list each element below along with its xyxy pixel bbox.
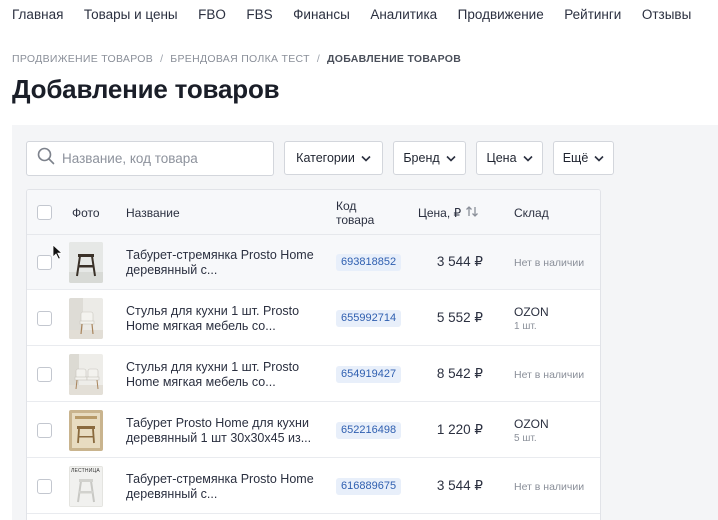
search-icon [37, 147, 55, 170]
table-header: Фото Название Код товара Цена, ₽ Склад [27, 190, 600, 235]
row-checkbox[interactable] [37, 367, 52, 382]
product-code[interactable]: 693818852 [336, 254, 402, 271]
nav-item-fbs[interactable]: FBS [246, 7, 272, 22]
column-header-photo: Фото [72, 206, 100, 220]
filter-more-button[interactable]: Ещё [553, 141, 614, 175]
product-name[interactable]: Табурет Prosto Home для кухни деревянный… [126, 416, 326, 446]
nav-item-analytics[interactable]: Аналитика [370, 7, 437, 22]
product-price: 3 544 ₽ [436, 254, 483, 269]
row-checkbox[interactable] [37, 255, 52, 270]
chevron-down-icon [522, 151, 533, 165]
table-row[interactable]: Табурет Prosto Home для кухни деревянный… [27, 403, 600, 458]
stool-ladder-image [69, 242, 103, 283]
product-thumbnail: ЛЕСТНИЦА [69, 466, 103, 507]
product-price: 1 220 ₽ [436, 422, 483, 437]
product-name[interactable]: Табурет-стремянка Prosto Home деревянный… [126, 472, 326, 502]
product-price: 5 552 ₽ [436, 310, 483, 325]
chevron-down-icon [361, 151, 371, 165]
filter-categories-label: Категории [296, 151, 355, 165]
table-row[interactable]: Стулья для кухни 1 шт. Prosto Home мягка… [27, 347, 600, 402]
stock-warehouse: OZON [514, 305, 549, 319]
nav-item-products-prices[interactable]: Товары и цены [84, 7, 178, 22]
top-navigation: Главная Товары и цены FBO FBS Финансы Ан… [0, 0, 718, 28]
column-header-code: Код товара [336, 199, 375, 227]
column-header-price-label: Цена, ₽ [418, 206, 462, 220]
search-box[interactable] [26, 141, 274, 176]
filter-more-label: Ещё [562, 151, 589, 165]
product-thumbnail [69, 354, 103, 395]
filter-categories-button[interactable]: Категории [284, 141, 383, 175]
stock-status: Нет в наличии [514, 257, 585, 269]
filter-price-label: Цена [486, 151, 517, 165]
breadcrumb-item-brand-shelf[interactable]: БРЕНДОВАЯ ПОЛКА ТЕСТ [170, 53, 310, 65]
product-price: 3 544 ₽ [436, 478, 483, 493]
mouse-cursor-icon [52, 244, 64, 265]
nav-item-reviews[interactable]: Отзывы [642, 7, 691, 22]
column-header-stock: Склад [514, 206, 549, 220]
product-name[interactable]: Стулья для кухни 1 шт. Prosto Home мягка… [126, 304, 326, 334]
breadcrumb-separator: / [160, 53, 164, 65]
stock-status: OZON 1 шт. [514, 305, 549, 334]
product-name[interactable]: Стулья для кухни 1 шт. Prosto Home мягка… [126, 360, 326, 390]
column-header-name: Название [126, 206, 180, 220]
nav-item-finance[interactable]: Финансы [293, 7, 350, 22]
nav-item-ratings[interactable]: Рейтинги [564, 7, 621, 22]
product-code[interactable]: 652216498 [336, 422, 402, 439]
table-row[interactable]: ЛЕСТНИЦА Табурет-стремянка Prosto Home д… [27, 459, 600, 514]
product-thumbnail [69, 410, 103, 451]
stock-quantity: 1 шт. [514, 321, 537, 332]
stock-status: Нет в наличии [514, 369, 585, 381]
row-checkbox[interactable] [37, 423, 52, 438]
nav-item-home[interactable]: Главная [12, 7, 63, 22]
product-price: 8 542 ₽ [436, 366, 483, 381]
stock-warehouse: OZON [514, 417, 549, 431]
thumbnail-caption: ЛЕСТНИЦА [71, 468, 100, 474]
filter-brand-label: Бренд [403, 151, 440, 165]
product-name[interactable]: Табурет-стремянка Prosto Home деревянный… [126, 248, 326, 278]
filter-brand-button[interactable]: Бренд [393, 141, 466, 175]
column-header-price[interactable]: Цена, ₽ [418, 206, 479, 220]
table-row[interactable]: Стулья для кухни 1 шт. Prosto Home мягка… [27, 291, 600, 346]
filter-price-button[interactable]: Цена [476, 141, 543, 175]
nav-item-promotion[interactable]: Продвижение [458, 7, 544, 22]
stock-status: OZON 5 шт. [514, 417, 549, 446]
product-thumbnail [69, 242, 103, 283]
breadcrumb-item-current: ДОБАВЛЕНИЕ ТОВАРОВ [327, 53, 462, 65]
breadcrumb: ПРОДВИЖЕНИЕ ТОВАРОВ / БРЕНДОВАЯ ПОЛКА ТЕ… [12, 53, 461, 65]
select-all-checkbox[interactable] [37, 205, 52, 220]
breadcrumb-item-promotion[interactable]: ПРОДВИЖЕНИЕ ТОВАРОВ [12, 53, 153, 65]
search-input[interactable] [62, 151, 262, 166]
kitchen-chair-image [69, 354, 103, 395]
sort-icon [465, 206, 479, 220]
table-row[interactable]: Табурет-стремянка Prosto Home деревянный… [27, 235, 600, 290]
product-code[interactable]: 655992714 [336, 310, 402, 327]
stock-status: Нет в наличии [514, 481, 585, 493]
product-code[interactable]: 654919427 [336, 366, 402, 383]
breadcrumb-separator: / [316, 53, 321, 65]
products-table: Фото Название Код товара Цена, ₽ Склад Т… [26, 189, 601, 520]
chevron-down-icon [446, 151, 456, 165]
kitchen-chair-image [69, 298, 103, 339]
row-checkbox[interactable] [37, 479, 52, 494]
row-checkbox[interactable] [37, 311, 52, 326]
chevron-down-icon [594, 151, 604, 165]
nav-item-fbo[interactable]: FBO [198, 7, 226, 22]
page-title: Добавление товаров [12, 74, 280, 104]
wooden-stool-image [69, 410, 103, 451]
stock-quantity: 5 шт. [514, 433, 537, 444]
product-thumbnail [69, 298, 103, 339]
product-code[interactable]: 616889675 [336, 478, 402, 495]
